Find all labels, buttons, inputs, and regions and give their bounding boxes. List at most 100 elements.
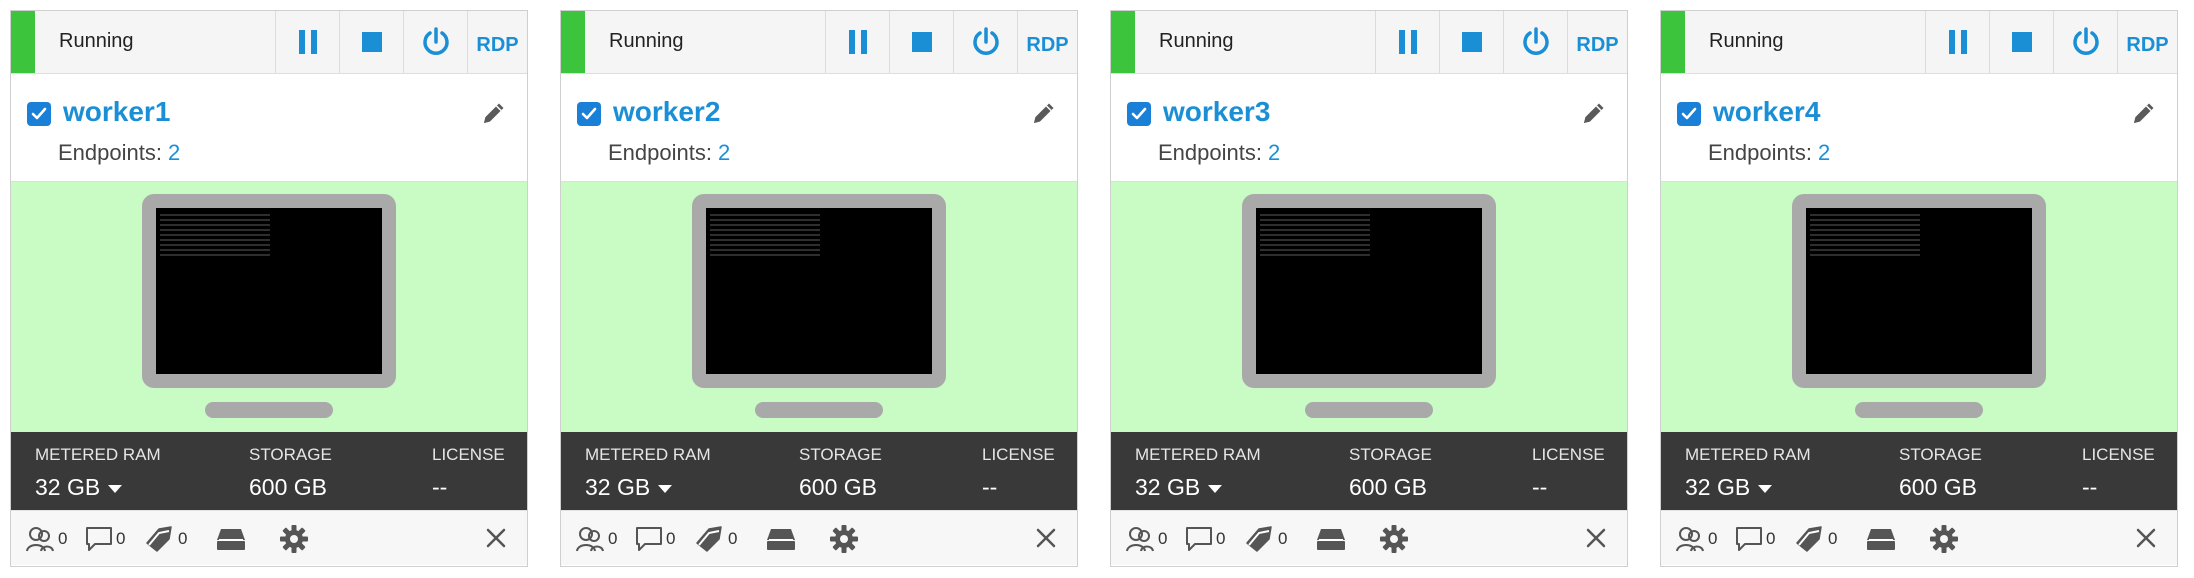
monitor-stand: [755, 402, 883, 418]
stop-button[interactable]: [1439, 11, 1503, 73]
storage-label: STORAGE: [799, 445, 882, 464]
drive-button[interactable]: [1315, 523, 1347, 555]
endpoints-label: Endpoints:: [1158, 140, 1262, 165]
vm-name-link[interactable]: worker3: [1163, 96, 1270, 128]
stop-button[interactable]: [889, 11, 953, 73]
settings-button[interactable]: [279, 523, 309, 555]
gear-icon: [280, 525, 308, 553]
caret-down-icon: [1758, 484, 1773, 493]
edit-button[interactable]: [1027, 96, 1061, 130]
stop-button[interactable]: [339, 11, 403, 73]
power-button[interactable]: [1503, 11, 1567, 73]
power-button[interactable]: [2053, 11, 2117, 73]
vm-card-list: Running RDP worker1 Endpoints: 2 METERED…: [10, 10, 2178, 567]
close-button[interactable]: [1583, 525, 1609, 551]
drive-icon: [1317, 529, 1345, 550]
status-bar: Running RDP: [1111, 11, 1627, 74]
pause-button[interactable]: [1925, 11, 1989, 73]
stop-icon: [361, 32, 382, 52]
tags-count: 0: [178, 529, 188, 548]
edit-button[interactable]: [477, 96, 511, 130]
checkbox-checked-icon: [1681, 107, 1697, 120]
tags-button[interactable]: 0: [1795, 523, 1837, 555]
vm-name-link[interactable]: worker4: [1713, 96, 1820, 128]
select-checkbox[interactable]: [1127, 102, 1151, 126]
stop-button[interactable]: [1989, 11, 2053, 73]
users-button[interactable]: 0: [575, 523, 617, 555]
vm-name-link[interactable]: worker1: [63, 96, 170, 128]
close-button[interactable]: [1033, 525, 1059, 551]
users-icon: [26, 527, 54, 552]
power-button[interactable]: [403, 11, 467, 73]
select-checkbox[interactable]: [1677, 102, 1701, 126]
edit-button[interactable]: [2127, 96, 2161, 130]
ram-dropdown[interactable]: 32 GB: [1685, 474, 1773, 501]
select-checkbox[interactable]: [27, 102, 51, 126]
status-bar: Running RDP: [1661, 11, 2177, 74]
rdp-button[interactable]: RDP: [467, 11, 527, 73]
users-button[interactable]: 0: [1125, 523, 1167, 555]
vm-name-link[interactable]: worker2: [613, 96, 720, 128]
stop-icon: [2011, 32, 2032, 52]
card-footer: 0 0 0: [1111, 510, 1627, 565]
console-preview[interactable]: [561, 182, 1077, 432]
ram-dropdown[interactable]: 32 GB: [585, 474, 673, 501]
ram-dropdown[interactable]: 32 GB: [35, 474, 123, 501]
endpoints-count-link[interactable]: 2: [718, 140, 730, 165]
rdp-button[interactable]: RDP: [1567, 11, 1627, 73]
console-preview[interactable]: [1111, 182, 1627, 432]
console-screen: [706, 208, 932, 374]
card-footer: 0 0 0: [11, 510, 527, 565]
status-text: Running: [1159, 30, 1234, 52]
metered-ram-label: METERED RAM: [1135, 445, 1261, 464]
comments-count: 0: [666, 529, 676, 548]
license-value: --: [982, 474, 998, 500]
pencil-icon: [484, 103, 504, 123]
ram-value: 32 GB: [1685, 474, 1751, 500]
select-checkbox[interactable]: [577, 102, 601, 126]
endpoints-count-link[interactable]: 2: [168, 140, 180, 165]
endpoints-info: Endpoints: 2: [58, 140, 180, 166]
license-label: LICENSE: [2082, 445, 2155, 464]
rdp-button[interactable]: RDP: [1017, 11, 1077, 73]
close-icon: [1586, 528, 1606, 548]
endpoints-count-link[interactable]: 2: [1268, 140, 1280, 165]
console-screen: [156, 208, 382, 374]
pause-button[interactable]: [1375, 11, 1439, 73]
comment-icon: [86, 527, 112, 551]
users-button[interactable]: 0: [25, 523, 67, 555]
console-preview[interactable]: [1661, 182, 2177, 432]
close-button[interactable]: [483, 525, 509, 551]
edit-button[interactable]: [1577, 96, 1611, 130]
drive-button[interactable]: [215, 523, 247, 555]
metered-ram-label: METERED RAM: [35, 445, 161, 464]
comments-button[interactable]: 0: [1185, 523, 1225, 555]
tags-button[interactable]: 0: [1245, 523, 1287, 555]
users-button[interactable]: 0: [1675, 523, 1717, 555]
caret-down-icon: [1208, 484, 1223, 493]
drive-button[interactable]: [1865, 523, 1897, 555]
status-indicator: [11, 11, 35, 73]
console-preview[interactable]: [11, 182, 527, 432]
settings-button[interactable]: [1379, 523, 1409, 555]
power-button[interactable]: [953, 11, 1017, 73]
vm-card: Running RDP worker3 Endpoints: 2 METERED…: [1110, 10, 1628, 567]
comments-button[interactable]: 0: [635, 523, 675, 555]
settings-button[interactable]: [829, 523, 859, 555]
endpoints-info: Endpoints: 2: [1158, 140, 1280, 166]
storage-value: 600 GB: [249, 474, 327, 500]
drive-button[interactable]: [765, 523, 797, 555]
pause-button[interactable]: [825, 11, 889, 73]
tags-button[interactable]: 0: [145, 523, 187, 555]
vm-header: worker2 Endpoints: 2: [561, 74, 1077, 182]
comments-button[interactable]: 0: [85, 523, 125, 555]
tags-button[interactable]: 0: [695, 523, 737, 555]
comments-button[interactable]: 0: [1735, 523, 1775, 555]
close-button[interactable]: [2133, 525, 2159, 551]
pause-button[interactable]: [275, 11, 339, 73]
storage-label: STORAGE: [249, 445, 332, 464]
ram-dropdown[interactable]: 32 GB: [1135, 474, 1223, 501]
endpoints-count-link[interactable]: 2: [1818, 140, 1830, 165]
settings-button[interactable]: [1929, 523, 1959, 555]
rdp-button[interactable]: RDP: [2117, 11, 2177, 73]
